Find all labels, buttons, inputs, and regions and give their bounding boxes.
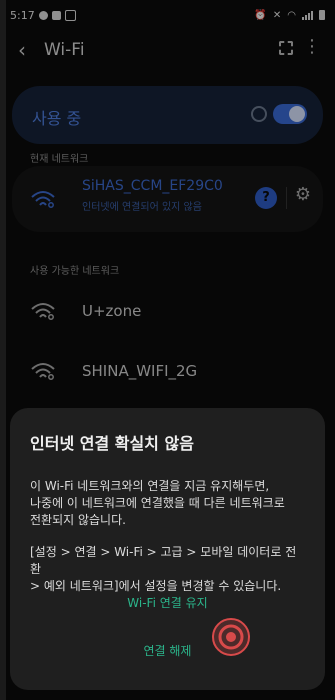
dialog-path-line: > 예외 네트워크]에서 설정을 변경할 수 있습니다.: [30, 579, 282, 593]
dialog-message-line: 나중에 이 네트워크에 연결했을 때 다른 네트워크로: [30, 496, 285, 510]
disconnect-button[interactable]: 연결 해제: [10, 642, 325, 659]
dialog-path-line: [설정 > 연결 > Wi-Fi > 고급 > 모바일 데이터로 전환: [30, 545, 297, 576]
internet-unstable-dialog: 인터넷 연결 확실치 않음 이 Wi-Fi 네트워크와의 연결을 지금 유지해두…: [10, 408, 325, 690]
touch-indicator: [212, 618, 250, 656]
dialog-message-line: 전환되지 않습니다.: [30, 513, 126, 527]
wifi-settings-screen: 5:17 ⏰ ✕ ◠ ‹ Wi-Fi ⋮ 사용 중 현재 네트워크 SiHAS_…: [0, 0, 335, 700]
keep-wifi-button[interactable]: Wi-Fi 연결 유지: [10, 594, 325, 611]
dialog-message-line: 이 Wi-Fi 네트워크와의 연결을 지금 유지해두면,: [30, 479, 270, 493]
dialog-title: 인터넷 연결 확실치 않음: [30, 434, 194, 453]
dialog-message: 이 Wi-Fi 네트워크와의 연결을 지금 유지해두면, 나중에 이 네트워크에…: [30, 478, 307, 529]
dialog-settings-path: [설정 > 연결 > Wi-Fi > 고급 > 모바일 데이터로 전환 > 예외…: [30, 544, 307, 595]
